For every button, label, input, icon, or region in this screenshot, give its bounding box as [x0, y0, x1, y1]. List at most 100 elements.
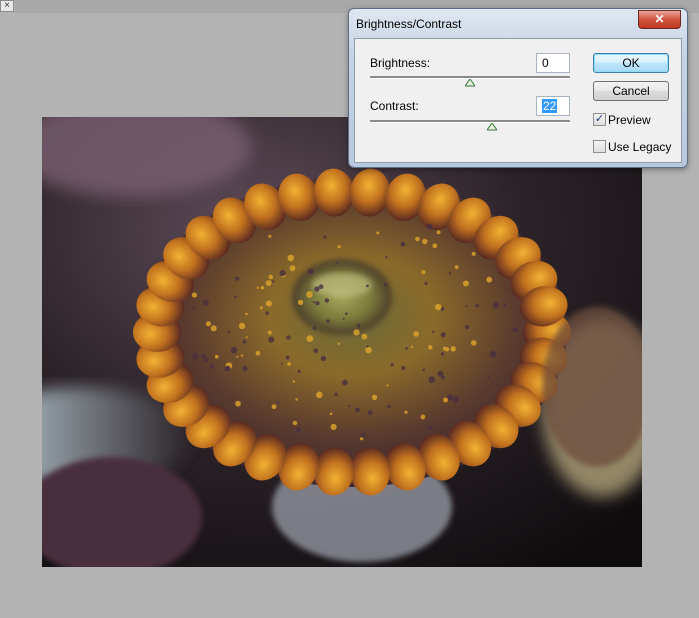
speckle — [465, 305, 468, 308]
speckle — [285, 355, 290, 360]
preview-checkbox[interactable]: ✓ — [593, 113, 606, 126]
speckle — [486, 276, 493, 283]
contrast-input[interactable]: 22 — [536, 96, 570, 116]
speckle — [353, 329, 360, 336]
speckle — [336, 261, 339, 264]
speckle — [489, 350, 497, 358]
speckle — [443, 346, 447, 351]
brightness-value: 0 — [542, 56, 549, 70]
document-close-button[interactable]: × — [0, 0, 14, 12]
speckle — [245, 312, 248, 316]
speckle — [280, 362, 283, 365]
speckle — [295, 398, 298, 401]
speckle — [323, 235, 327, 239]
speckle — [230, 346, 238, 354]
speckle — [334, 392, 338, 397]
speckle — [227, 330, 230, 334]
ok-button[interactable]: OK — [593, 53, 669, 73]
speckle — [240, 354, 244, 357]
speckle — [256, 286, 260, 289]
speckle — [259, 306, 263, 310]
speckle — [367, 410, 373, 416]
speckle — [503, 303, 507, 307]
speckle — [356, 323, 361, 328]
speckle — [316, 391, 323, 399]
speckle — [268, 234, 272, 238]
speckle — [337, 342, 340, 345]
speckle — [448, 272, 452, 275]
contrast-value: 22 — [542, 99, 558, 113]
brightness-label: Brightness: — [370, 56, 431, 70]
brightness-input[interactable]: 0 — [536, 53, 570, 73]
speckle — [287, 254, 295, 262]
speckle — [286, 335, 291, 340]
speckle — [242, 365, 248, 372]
speckle — [235, 400, 241, 407]
close-icon: × — [4, 0, 10, 11]
speckle — [471, 340, 477, 346]
use-legacy-label: Use Legacy — [608, 140, 672, 154]
speckle — [292, 380, 295, 383]
speckle — [312, 326, 317, 330]
contrast-slider-track[interactable] — [370, 120, 570, 123]
use-legacy-checkbox[interactable] — [593, 140, 606, 153]
speckle — [366, 345, 369, 348]
speckle — [435, 303, 442, 311]
speckle — [267, 330, 272, 335]
speckle — [415, 236, 420, 242]
speckle — [202, 299, 209, 306]
speckle — [443, 397, 448, 403]
speckle — [279, 270, 286, 277]
speckle — [452, 396, 459, 403]
speckle — [447, 394, 454, 401]
speckle — [424, 281, 428, 285]
speckle — [432, 330, 435, 334]
speckle — [268, 336, 275, 343]
speckle — [462, 280, 469, 287]
contrast-label: Contrast: — [370, 99, 419, 113]
speckle — [385, 256, 388, 259]
speckle — [342, 379, 348, 386]
speckle — [289, 265, 296, 272]
close-icon: ✕ — [654, 12, 665, 26]
speckle — [512, 327, 518, 333]
speckle — [277, 401, 280, 404]
cancel-button[interactable]: Cancel — [593, 81, 669, 101]
speckle — [205, 321, 211, 327]
image-canvas[interactable] — [42, 117, 642, 567]
speckle — [313, 348, 319, 353]
speckle — [361, 333, 368, 340]
speckle — [201, 353, 207, 359]
slider-thumb-icon — [465, 79, 475, 87]
speckle — [255, 350, 261, 356]
speckle — [329, 412, 333, 416]
speckle — [337, 245, 341, 249]
speckle — [245, 336, 248, 339]
speckle — [413, 331, 419, 337]
speckle — [342, 317, 345, 320]
speckle — [260, 286, 265, 290]
speckle — [365, 346, 372, 354]
speckle — [426, 223, 433, 230]
speckle — [465, 325, 470, 330]
speckle — [242, 339, 247, 344]
speckle — [236, 355, 239, 358]
speckle — [224, 365, 231, 372]
speckle — [428, 376, 436, 384]
speckle — [192, 353, 199, 360]
speckle — [193, 306, 196, 309]
speckle — [320, 355, 327, 362]
speckle — [306, 291, 313, 298]
speckle — [345, 312, 348, 315]
speckle — [422, 238, 428, 245]
speckle — [387, 404, 391, 409]
speckle — [404, 410, 408, 414]
speckle — [386, 384, 389, 387]
speckle — [355, 407, 360, 413]
dialog-client-area: Brightness: 0 Contrast: 22 OK Cancel ✓ P… — [354, 38, 682, 163]
speckle — [422, 368, 426, 372]
speckle — [440, 352, 445, 356]
speckle — [348, 405, 351, 408]
speckle — [272, 280, 275, 283]
dialog-close-button[interactable]: ✕ — [638, 10, 681, 29]
